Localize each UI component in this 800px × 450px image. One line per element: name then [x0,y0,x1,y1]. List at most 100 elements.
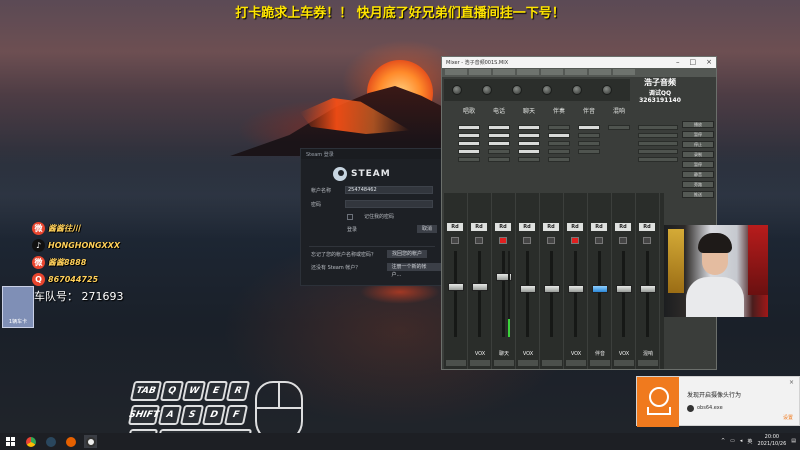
strip-select[interactable] [566,360,586,366]
settings-link[interactable]: 设置 [783,414,793,421]
mute-toggle[interactable] [451,237,459,244]
route-cell[interactable] [638,125,678,130]
volume-fader[interactable] [640,285,656,293]
route-cell[interactable] [638,157,678,162]
remember-row[interactable]: 记住我的密码 [347,213,394,220]
taskbar-app-chrome[interactable] [24,435,37,448]
side-button[interactable]: 静音 [682,171,714,178]
mute-toggle[interactable] [499,237,507,244]
route-cell[interactable] [518,157,540,162]
route-cell[interactable] [488,125,510,130]
route-cell[interactable] [488,133,510,138]
route-cell[interactable] [518,149,540,154]
toolbar-button[interactable] [445,69,467,75]
route-cell[interactable] [548,149,570,154]
side-button[interactable]: 暂停 [682,131,714,138]
mute-toggle[interactable] [547,237,555,244]
toolbar-button[interactable] [589,69,611,75]
strip-select[interactable] [494,360,514,366]
route-cell[interactable] [458,133,480,138]
start-button[interactable] [4,435,17,448]
steam-titlebar[interactable]: Steam 登录 [301,149,441,159]
recover-account-button[interactable]: 找回您的帐户 [387,250,428,258]
gain-knob[interactable] [482,85,492,95]
route-cell[interactable] [578,133,600,138]
password-field[interactable] [345,200,433,208]
strip-select[interactable] [518,360,538,366]
camera-notification[interactable]: × 发现开启摄像头行为 obs64.exe 设置 [636,376,800,427]
route-cell[interactable] [578,149,600,154]
taskbar-app-steam[interactable] [44,435,57,448]
login-button[interactable]: 登录 [347,226,357,233]
route-cell[interactable] [518,133,540,138]
route-cell[interactable] [548,157,570,162]
route-cell[interactable] [548,141,570,146]
route-cell[interactable] [518,125,540,130]
close-icon[interactable]: × [789,379,794,386]
gain-knob[interactable] [602,85,612,95]
side-button[interactable]: 停止 [682,141,714,148]
strip-select[interactable] [590,360,610,366]
rd-button[interactable]: Rd [471,223,487,231]
strip-select[interactable] [446,360,466,366]
volume-fader[interactable] [568,285,584,293]
gain-knob[interactable] [452,85,462,95]
toolbar-button[interactable] [493,69,515,75]
volume-fader[interactable] [520,285,536,293]
route-cell[interactable] [548,133,570,138]
volume-fader[interactable] [592,285,608,293]
gain-knob[interactable] [542,85,552,95]
route-cell[interactable] [608,125,630,130]
volume-fader[interactable] [448,283,464,291]
taskbar-app-active[interactable] [84,435,97,448]
side-button[interactable]: 暂停 [682,161,714,168]
close-icon[interactable]: × [706,58,712,66]
mute-toggle[interactable] [523,237,531,244]
toolbar-button[interactable] [469,69,491,75]
rd-button[interactable]: Rd [615,223,631,231]
route-cell[interactable] [458,125,480,130]
rd-button[interactable]: Rd [591,223,607,231]
strip-select[interactable] [638,360,658,366]
mute-toggle[interactable] [595,237,603,244]
route-cell[interactable] [578,141,600,146]
side-button[interactable]: 录制 [682,151,714,158]
cancel-button[interactable]: 取消 [417,225,438,233]
route-cell[interactable] [638,149,678,154]
volume-fader[interactable] [616,285,632,293]
mute-toggle[interactable] [619,237,627,244]
rd-button[interactable]: Rd [519,223,535,231]
create-account-button[interactable]: 注册一个新的帐户... [386,263,441,278]
strip-select[interactable] [542,360,562,366]
strip-select[interactable] [470,360,490,366]
toolbar-button[interactable] [565,69,587,75]
network-icon[interactable]: ▭ [730,438,735,444]
mute-toggle[interactable] [475,237,483,244]
route-cell[interactable] [518,141,540,146]
rd-button[interactable]: Rd [567,223,583,231]
route-cell[interactable] [488,149,510,154]
side-button[interactable]: 推送 [682,191,714,198]
tray-expand-icon[interactable]: ^ [721,438,725,444]
strip-select[interactable] [614,360,634,366]
mute-toggle[interactable] [643,237,651,244]
route-cell[interactable] [488,157,510,162]
volume-fader[interactable] [472,283,488,291]
rd-button[interactable]: Rd [447,223,463,231]
route-cell[interactable] [578,125,600,130]
side-button[interactable]: 播放 [682,121,714,128]
rd-button[interactable]: Rd [639,223,655,231]
route-cell[interactable] [488,141,510,146]
toolbar-button[interactable] [541,69,563,75]
mute-toggle[interactable] [571,237,579,244]
remember-checkbox[interactable] [347,213,353,220]
toolbar-button[interactable] [517,69,539,75]
volume-fader[interactable] [544,285,560,293]
volume-icon[interactable]: ◂ [740,438,743,444]
side-button[interactable]: 旁路 [682,181,714,188]
route-cell[interactable] [548,125,570,130]
gain-knob[interactable] [572,85,582,95]
mixer-titlebar[interactable]: Mixer - 浩子音频001S.MIX – □ × [442,57,716,68]
notification-center-icon[interactable]: ▤ [791,438,796,444]
rd-button[interactable]: Rd [495,223,511,231]
